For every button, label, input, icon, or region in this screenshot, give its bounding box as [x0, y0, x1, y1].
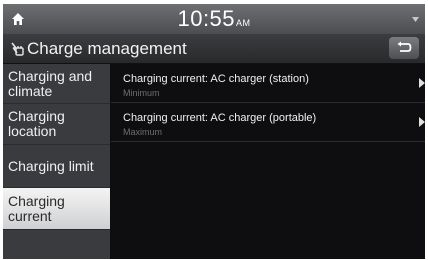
setting-row-station-charger[interactable]: Charging current: AC charger (station) M… [111, 64, 425, 103]
setting-title: Charging current: AC charger (station) [123, 73, 309, 85]
chevron-right-icon [419, 117, 425, 127]
ev-charge-icon [11, 42, 24, 56]
side-menu: Charging and climate Charging location C… [3, 64, 110, 259]
setting-title: Charging current: AC charger (portable) [123, 112, 317, 124]
menu-item-charging-current[interactable]: Charging current [3, 188, 110, 230]
menu-item-label: Charging and climate [8, 67, 93, 99]
menu-item-label: Charging limit [8, 157, 94, 174]
chevron-right-icon [419, 78, 425, 88]
setting-value: Minimum [123, 88, 160, 98]
signal-icon [412, 17, 419, 22]
page-title: Charge management [27, 39, 187, 58]
status-bar: 10:55AM [3, 4, 425, 34]
clock-time: 10:55 [177, 6, 236, 31]
menu-item-label: Charging current [8, 192, 65, 224]
display-frame: 10:55AM Charge management Charging and c… [3, 4, 425, 259]
setting-row-portable-charger[interactable]: Charging current: AC charger (portable) … [111, 103, 425, 142]
clock: 10:55AM [3, 6, 425, 32]
page-header: Charge management [3, 34, 425, 64]
clock-ampm: AM [236, 18, 251, 28]
menu-item-charging-limit[interactable]: Charging limit [3, 145, 110, 188]
menu-item-charging-location[interactable]: Charging location [3, 104, 110, 145]
settings-list: Charging current: AC charger (station) M… [111, 64, 425, 259]
screen: 10:55AM Charge management Charging and c… [0, 0, 428, 260]
menu-item-charging-and-climate[interactable]: Charging and climate [3, 64, 110, 104]
back-button[interactable] [389, 37, 419, 59]
menu-item-label: Charging location [8, 108, 65, 139]
setting-value: Maximum [123, 127, 163, 137]
back-arrow-icon [397, 41, 412, 52]
